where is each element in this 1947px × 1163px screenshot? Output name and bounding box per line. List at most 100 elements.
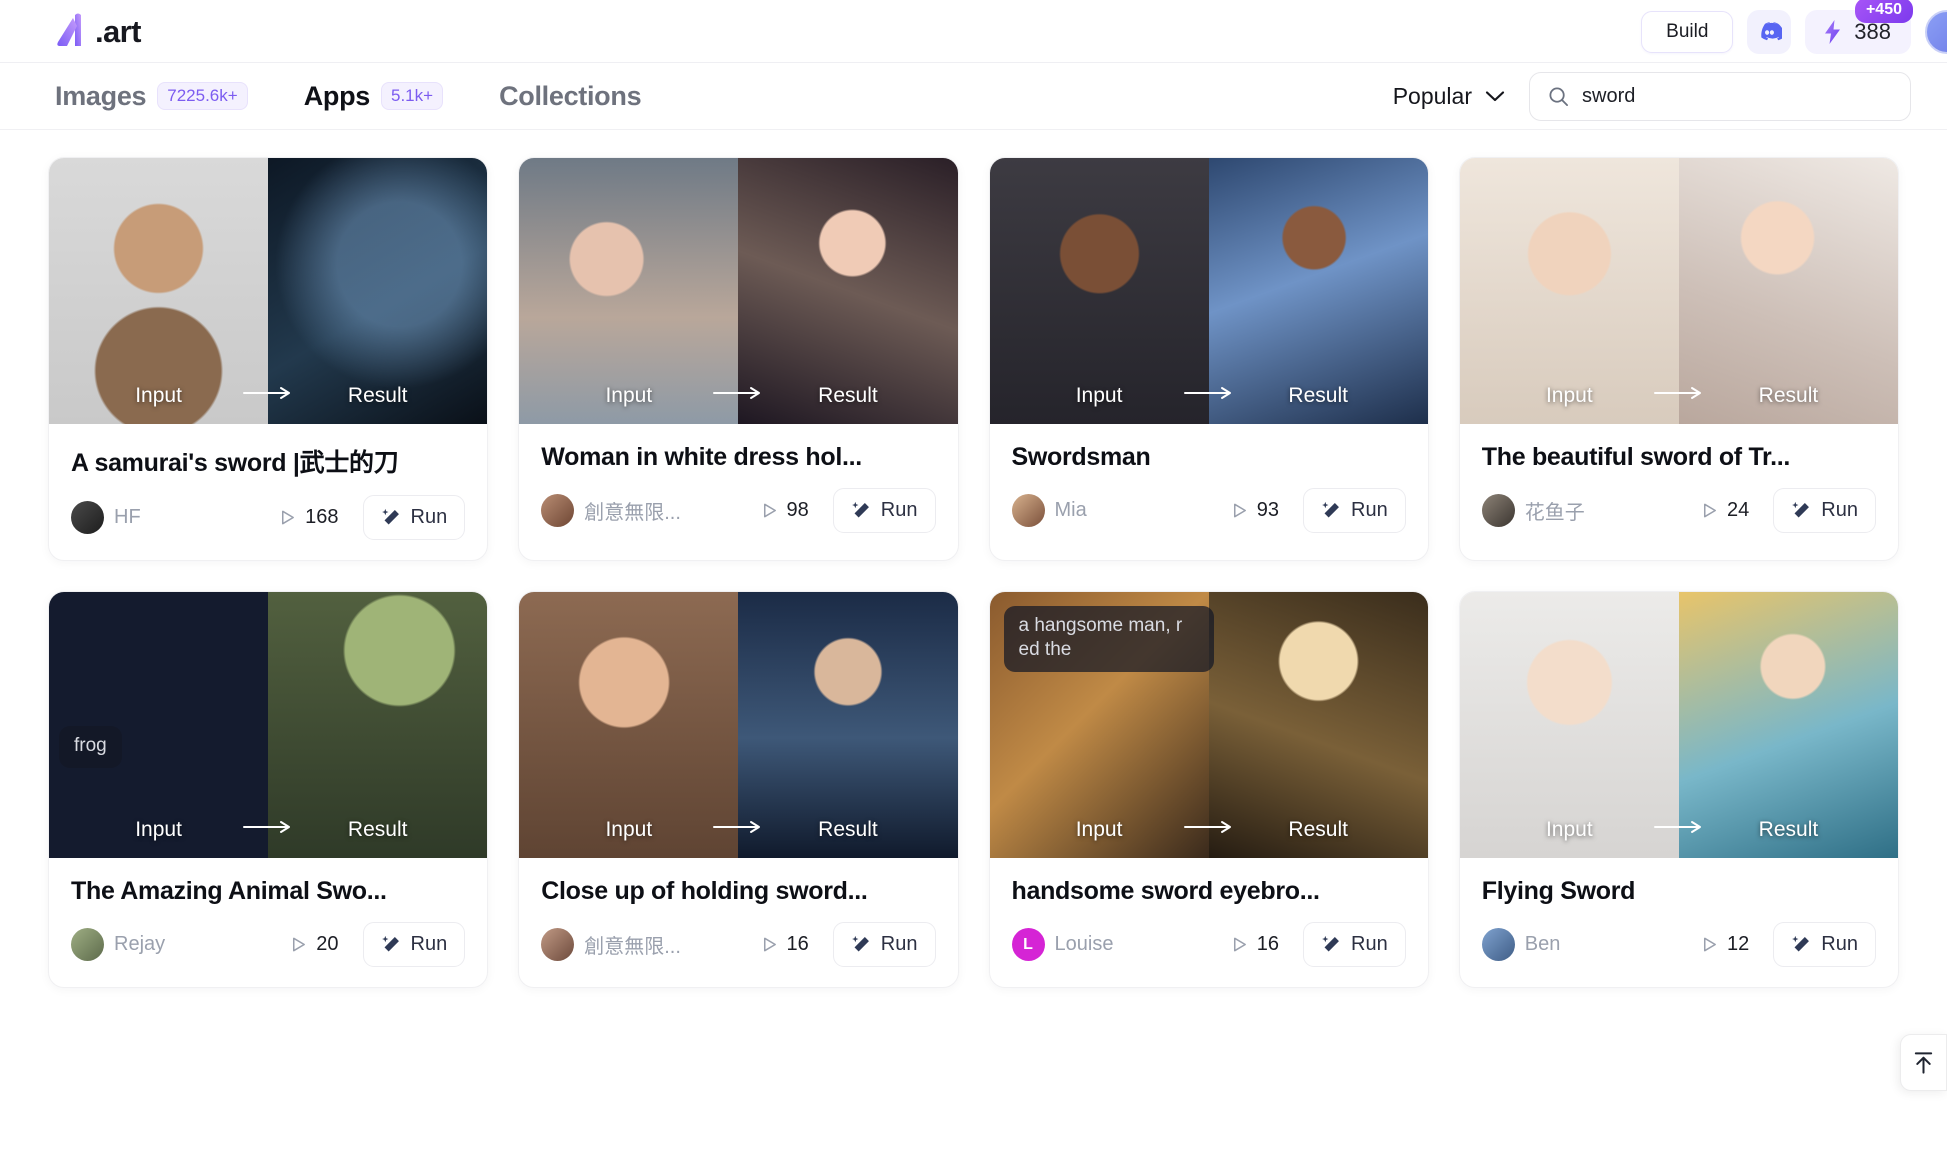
play-count-value: 20 [316, 933, 339, 955]
card-title: Woman in white dress hol... [541, 443, 862, 471]
chevron-down-icon [1485, 91, 1505, 102]
input-image [1459, 592, 1679, 858]
tab-apps-label: Apps [303, 80, 371, 111]
play-count-icon [1704, 503, 1717, 518]
card-title: Swordsman [1011, 443, 1151, 471]
sort-dropdown-value: Popular [1392, 83, 1472, 109]
run-button[interactable]: Run [1303, 922, 1406, 967]
app-grid: Input Result A samurai's sword |武士的刀 HF … [0, 130, 1947, 988]
app-card[interactable]: a hangsome man, r ed the Input Result ha… [988, 591, 1429, 988]
card-body: Close up of holding sword... 創意無限... 16 … [519, 858, 957, 987]
card-body: handsome sword eyebro... L Louise 16 Run [990, 858, 1428, 987]
card-body: Swordsman Mia 93 Run [990, 424, 1428, 553]
run-button[interactable]: Run [1773, 922, 1876, 967]
logo-text: .art [95, 13, 141, 49]
nav-controls: Popular sword [1393, 63, 1911, 130]
input-image [519, 592, 739, 858]
input-image [1459, 158, 1679, 424]
play-count: 12 [1700, 933, 1749, 956]
card-title: Flying Sword [1481, 877, 1636, 905]
card-body: The Amazing Animal Swo... Rejay 20 Run [49, 858, 487, 987]
author-avatar [71, 501, 104, 534]
play-count-icon [1233, 937, 1246, 952]
tab-images-count: 7225.6k+ [157, 82, 248, 110]
result-image [1678, 158, 1898, 424]
play-count-icon [293, 937, 306, 952]
author-avatar [541, 928, 575, 961]
play-count: 24 [1700, 499, 1749, 522]
play-count-value: 93 [1256, 499, 1280, 521]
header-actions: Build 388 +450 [1641, 0, 1947, 63]
tab-apps[interactable]: Apps 5.1k+ [303, 80, 444, 112]
result-image [268, 592, 488, 858]
run-button-label: Run [1821, 499, 1858, 521]
card-body: A samurai's sword |武士的刀 HF 168 Run [49, 424, 487, 560]
author-avatar: L [1011, 928, 1045, 961]
card-footer: 創意無限... 16 Run [541, 922, 936, 967]
author-name: 創意無限... [584, 936, 681, 958]
run-button-label: Run [410, 506, 448, 528]
user-avatar[interactable] [1925, 9, 1947, 54]
card-media: Input Result [519, 158, 958, 424]
run-button[interactable]: Run [832, 488, 936, 533]
logo[interactable]: .art [55, 12, 141, 50]
discord-button[interactable] [1747, 9, 1792, 54]
run-button-label: Run [410, 933, 448, 955]
app-card[interactable]: Input Result Woman in white dress hol...… [518, 157, 959, 561]
input-image [49, 592, 269, 858]
sort-dropdown[interactable]: Popular [1393, 83, 1505, 110]
author-name: Louise [1054, 933, 1114, 955]
result-image [738, 158, 958, 424]
input-image [49, 158, 269, 424]
result-image [738, 592, 958, 858]
author-avatar [71, 928, 104, 961]
lightning-bolt-icon [1825, 19, 1841, 44]
run-button-label: Run [880, 933, 918, 955]
app-card[interactable]: frog Input Result The Amazing Animal Swo… [48, 591, 489, 988]
magic-wand-icon [1792, 501, 1810, 518]
play-count-icon [763, 503, 776, 518]
card-footer: Ben 12 Run [1481, 922, 1876, 967]
credits-bonus-badge: +450 [1854, 0, 1913, 23]
play-count: 16 [760, 933, 809, 956]
prompt-chip: a hangsome man, r ed the [1003, 606, 1214, 672]
run-button[interactable]: Run [1773, 488, 1876, 533]
app-card[interactable]: Input Result Close up of holding sword..… [518, 591, 959, 988]
app-card[interactable]: Input Result Flying Sword Ben 12 Run [1458, 591, 1899, 988]
search-input[interactable]: sword [1529, 72, 1911, 121]
play-count-value: 98 [786, 499, 809, 521]
run-button[interactable]: Run [362, 495, 466, 540]
card-footer: Rejay 20 Run [71, 922, 466, 967]
card-media: Input Result [49, 158, 488, 424]
magic-wand-icon [1322, 935, 1339, 952]
input-image [989, 158, 1209, 424]
tab-collections-label: Collections [499, 80, 642, 111]
content-nav: Images 7225.6k+ Apps 5.1k+ Collections P… [0, 63, 1947, 130]
play-count: 93 [1230, 499, 1279, 522]
run-button[interactable]: Run [832, 922, 936, 967]
scroll-to-top-icon [1914, 1051, 1933, 1074]
run-button[interactable]: Run [362, 922, 466, 967]
run-button[interactable]: Run [1303, 488, 1406, 533]
card-title: handsome sword eyebro... [1011, 877, 1320, 905]
play-count-icon [1704, 937, 1717, 952]
tab-images[interactable]: Images 7225.6k+ [55, 81, 248, 112]
card-footer: Mia 93 Run [1011, 488, 1406, 533]
run-button-label: Run [1821, 933, 1858, 955]
app-card[interactable]: Input Result Swordsman Mia 93 Run [988, 157, 1429, 561]
scroll-to-top-button[interactable] [1900, 1034, 1947, 1091]
run-button-label: Run [880, 499, 918, 521]
app-card[interactable]: Input Result The beautiful sword of Tr..… [1458, 157, 1899, 561]
result-image [268, 158, 488, 424]
tab-collections[interactable]: Collections [499, 80, 642, 112]
play-count: 16 [1230, 933, 1279, 956]
app-header: .art Build 388 +450 [0, 0, 1947, 63]
credits-button[interactable]: 388 +450 [1805, 0, 1913, 54]
card-footer: 花鱼子 24 Run [1481, 488, 1876, 533]
play-count-value: 16 [1256, 933, 1280, 955]
app-card[interactable]: Input Result A samurai's sword |武士的刀 HF … [48, 157, 489, 561]
author-avatar [541, 494, 575, 527]
tab-images-label: Images [55, 80, 147, 111]
build-button[interactable]: Build [1641, 10, 1734, 53]
play-count-value: 12 [1727, 933, 1750, 955]
